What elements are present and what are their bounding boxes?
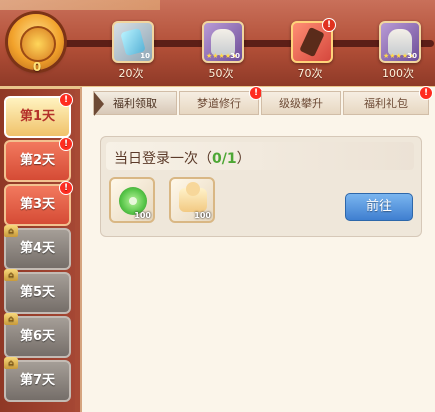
tab-level-climb[interactable]: 级级攀升 — [261, 91, 341, 115]
day-label: 第7天 — [19, 373, 56, 388]
day-1-tab[interactable]: 第1天 ! — [4, 93, 73, 138]
reward-item-cake[interactable]: 100 — [169, 177, 215, 223]
tab-label: 福利礼包 — [364, 97, 408, 110]
day-7-tab[interactable]: ⌂ 第7天 — [4, 357, 71, 402]
day-label: 第4天 — [19, 241, 56, 256]
tab-label: 梦道修行 — [197, 97, 241, 110]
day-6-tab[interactable]: ⌂ 第6天 — [4, 313, 71, 358]
task-title: 当日登录一次（0/1） — [114, 148, 251, 168]
weapon-icon — [299, 26, 325, 58]
title-strip — [0, 0, 160, 10]
top-reward-bar: 0 10 20次 ★★★★★ 30 50次 ! 70次 ★★★★★ 30 100… — [0, 0, 435, 89]
alert-icon: ! — [419, 86, 433, 100]
alert-icon: ! — [59, 93, 73, 107]
reward-alert-icon: ! — [322, 18, 336, 32]
reward-count: 30 — [407, 52, 417, 60]
lock-icon: ⌂ — [4, 357, 18, 369]
item-count: 100 — [194, 211, 211, 220]
medal-count: 0 — [32, 60, 42, 74]
day-sidebar: 第1天 ! 第2天 ! 第3天 ! ⌂ 第4天 ⌂ 第5天 ⌂ 第6天 ⌂ 第7… — [0, 89, 75, 412]
reward-count: 30 — [230, 52, 240, 60]
tab-dream-path[interactable]: 梦道修行 ! — [179, 86, 263, 115]
task-progress: 0/1 — [212, 151, 237, 167]
tab-welfare-pack[interactable]: 福利礼包 ! — [343, 86, 433, 115]
tab-welfare-claim[interactable]: 福利领取 — [93, 91, 177, 116]
tab-label: 福利领取 — [113, 97, 157, 110]
task-title-suffix: ） — [236, 151, 251, 167]
reward-20[interactable]: 10 — [112, 21, 154, 63]
task-title-prefix: 当日登录一次（ — [114, 151, 212, 167]
cake-icon — [179, 182, 207, 212]
day-label: 第5天 — [19, 285, 56, 300]
medal-center — [20, 26, 56, 62]
day-4-tab[interactable]: ⌂ 第4天 — [4, 225, 71, 270]
day-label: 第2天 — [19, 153, 56, 168]
tab-arrow-icon — [94, 92, 104, 116]
reward-label-50: 50次 — [208, 67, 234, 80]
reward-70[interactable]: ! — [291, 18, 336, 63]
reward-100[interactable]: ★★★★★ 30 — [379, 21, 421, 63]
lock-icon: ⌂ — [4, 225, 18, 237]
reward-count: 10 — [140, 52, 150, 60]
day-label: 第6天 — [19, 329, 56, 344]
day-label: 第1天 — [19, 109, 56, 124]
day-5-tab[interactable]: ⌂ 第5天 — [4, 269, 71, 314]
task-header: 当日登录一次（0/1） — [106, 142, 414, 170]
tab-label: 级级攀升 — [279, 97, 323, 110]
alert-icon: ! — [59, 181, 73, 195]
reward-label-100: 100次 — [382, 67, 414, 80]
day-2-tab[interactable]: 第2天 ! — [4, 137, 73, 182]
lock-icon: ⌂ — [4, 269, 18, 281]
reward-50[interactable]: ★★★★★ 30 — [202, 21, 244, 63]
lock-icon: ⌂ — [4, 313, 18, 325]
day-label: 第3天 — [19, 197, 56, 212]
alert-icon: ! — [59, 137, 73, 151]
reward-label-70: 70次 — [297, 67, 323, 80]
reward-item-jade[interactable]: 100 — [109, 177, 155, 223]
item-count: 100 — [134, 211, 151, 220]
tab-bar: 福利领取 梦道修行 ! 级级攀升 福利礼包 ! — [93, 86, 433, 116]
go-button[interactable]: 前往 — [345, 193, 413, 221]
day-3-tab[interactable]: 第3天 ! — [4, 181, 73, 226]
task-card: 当日登录一次（0/1） 100 100 前往 — [100, 136, 422, 237]
reward-label-20: 20次 — [118, 67, 144, 80]
